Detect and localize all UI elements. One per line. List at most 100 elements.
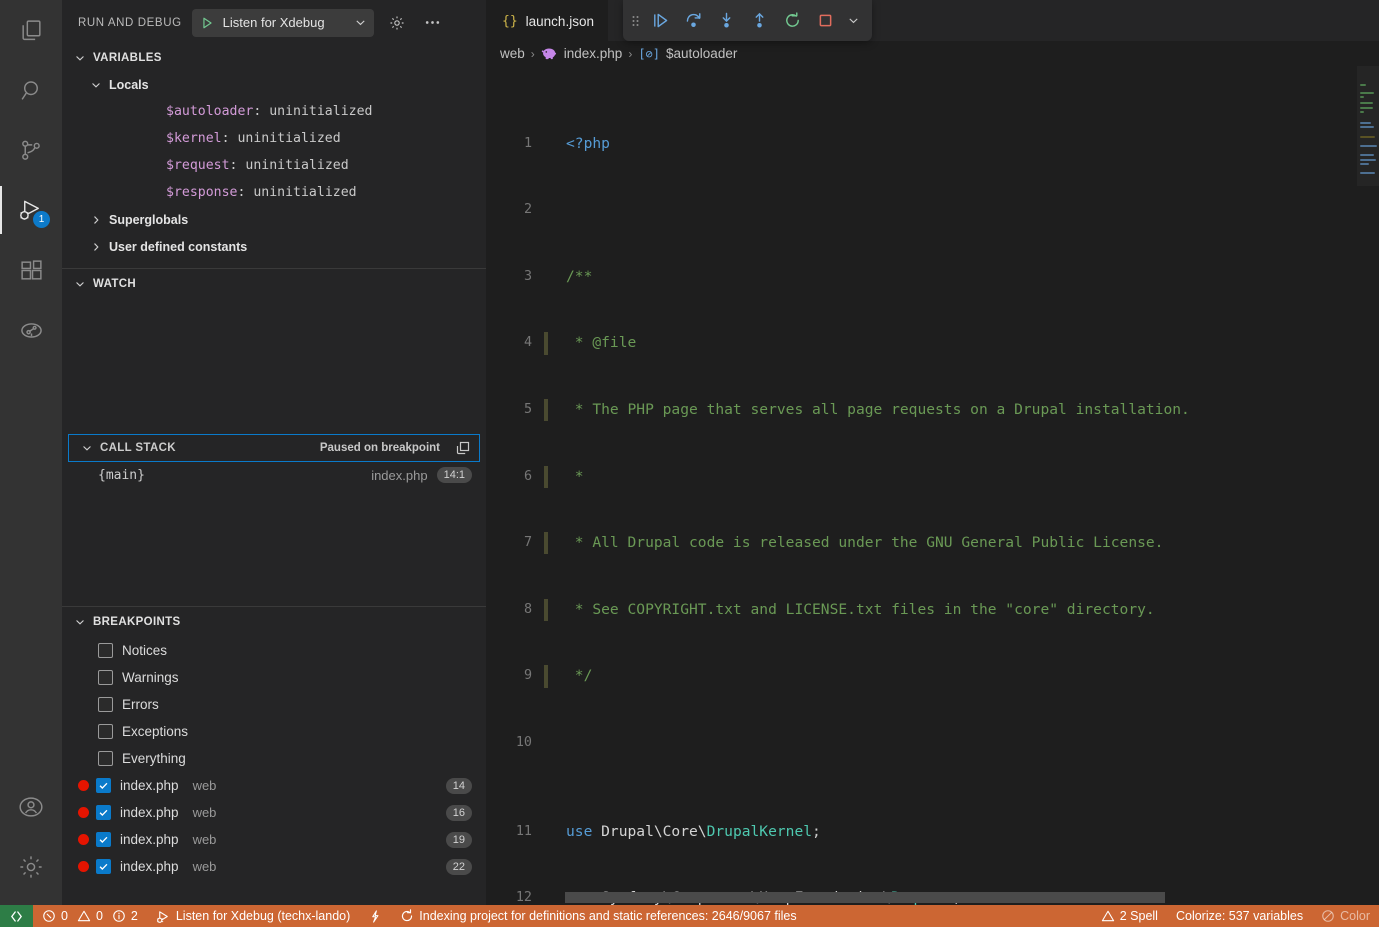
activity-item-search[interactable] bbox=[0, 60, 62, 120]
checkbox-breakpoint[interactable] bbox=[96, 859, 111, 874]
code-line: 9 */ bbox=[486, 665, 1379, 688]
line-number[interactable]: 9 bbox=[486, 665, 544, 687]
activity-item-settings[interactable] bbox=[0, 837, 62, 897]
status-problems[interactable]: 0 0 2 bbox=[33, 905, 147, 927]
checkbox-breakpoint[interactable] bbox=[96, 805, 111, 820]
breakpoint-row[interactable]: index.php web 22 bbox=[62, 853, 486, 880]
group-label: Locals bbox=[109, 77, 149, 92]
search-icon bbox=[19, 78, 44, 103]
debug-stop-button[interactable] bbox=[810, 5, 841, 36]
checkbox-notices[interactable] bbox=[98, 643, 113, 658]
activity-bar: 1 bbox=[0, 0, 62, 905]
code-viewport[interactable]: 1 <?php 2 3 /** 4 * @file 5 * The PHP pa… bbox=[486, 66, 1379, 905]
xdebug-bolt-icon bbox=[368, 909, 382, 924]
breakpoint-row[interactable]: index.php web 16 bbox=[62, 799, 486, 826]
editor-area: {} launch.json web › index.php › [⊘] $au… bbox=[486, 0, 1379, 905]
breakpoint-filter-row[interactable]: Errors bbox=[62, 691, 486, 718]
breakpoint-dot-icon bbox=[78, 780, 89, 791]
debug-restart-button[interactable] bbox=[777, 5, 808, 36]
line-number[interactable]: 2 bbox=[486, 199, 544, 221]
chevron-right-icon bbox=[88, 239, 104, 255]
open-launch-settings-button[interactable] bbox=[384, 10, 410, 36]
line-number[interactable]: 5 bbox=[486, 399, 544, 421]
breakpoint-folder: web bbox=[192, 778, 217, 793]
sidebar-header: RUN AND DEBUG Listen for Xdebug bbox=[62, 0, 486, 45]
breadcrumb-item-index-php[interactable]: index.php bbox=[564, 46, 623, 61]
breakpoint-filter-row[interactable]: Warnings bbox=[62, 664, 486, 691]
status-colorize-muted[interactable]: Color bbox=[1312, 905, 1379, 927]
minimap-line bbox=[1360, 136, 1375, 138]
debug-step-out-button[interactable] bbox=[744, 5, 775, 36]
remote-window-indicator[interactable] bbox=[0, 905, 33, 927]
minimap[interactable] bbox=[1357, 66, 1379, 905]
sync-spin-icon bbox=[400, 909, 414, 923]
line-number[interactable]: 6 bbox=[486, 466, 544, 488]
breadcrumb-item-autoloader[interactable]: $autoloader bbox=[666, 46, 737, 61]
breakpoint-filter-row[interactable]: Everything bbox=[62, 745, 486, 772]
checkbox-everything[interactable] bbox=[98, 751, 113, 766]
activity-item-source-control[interactable] bbox=[0, 120, 62, 180]
step-into-icon bbox=[717, 11, 736, 30]
copy-stack-icon[interactable] bbox=[455, 440, 471, 456]
status-colorize[interactable]: Colorize: 537 variables bbox=[1167, 905, 1312, 927]
breakpoint-row[interactable]: index.php web 14 bbox=[62, 772, 486, 799]
variable-row[interactable]: $kernel: uninitialized bbox=[62, 125, 486, 152]
warning-triangle-icon bbox=[1101, 909, 1115, 923]
debug-configuration-dropdown[interactable]: Listen for Xdebug bbox=[191, 8, 374, 37]
debug-toolbar-more-button[interactable] bbox=[843, 5, 863, 36]
variables-pane: VARIABLES Locals $autoloader: uninitiali… bbox=[62, 45, 486, 268]
call-stack-status: Paused on breakpoint bbox=[319, 442, 440, 454]
line-number[interactable]: 8 bbox=[486, 599, 544, 621]
tab-launch-json[interactable]: {} launch.json bbox=[486, 0, 608, 41]
status-spell[interactable]: 2 Spell bbox=[1092, 905, 1167, 927]
variable-row[interactable]: $request: uninitialized bbox=[62, 152, 486, 179]
activity-item-extensions[interactable] bbox=[0, 240, 62, 300]
variables-group-locals[interactable]: Locals bbox=[62, 71, 486, 98]
activity-item-accounts[interactable] bbox=[0, 777, 62, 837]
breakpoint-row[interactable]: index.php web 19 bbox=[62, 826, 486, 853]
debug-step-into-button[interactable] bbox=[711, 5, 742, 36]
horizontal-scrollbar-thumb[interactable] bbox=[565, 892, 1165, 903]
minimap-line bbox=[1360, 92, 1374, 94]
variables-group-user-defined-constants[interactable]: User defined constants bbox=[62, 233, 486, 260]
call-stack-frame-row[interactable]: {main} index.php 14:1 bbox=[62, 462, 486, 488]
drag-handle-icon[interactable] bbox=[627, 5, 643, 36]
line-number[interactable]: 7 bbox=[486, 532, 544, 554]
checkbox-errors[interactable] bbox=[98, 697, 113, 712]
activity-item-explorer[interactable] bbox=[0, 0, 62, 60]
code-line: 4 * @file bbox=[486, 332, 1379, 355]
debug-continue-button[interactable] bbox=[645, 5, 676, 36]
variable-row[interactable]: $autoloader: uninitialized bbox=[62, 98, 486, 125]
line-number[interactable]: 11 bbox=[486, 821, 544, 843]
status-indexing[interactable]: Indexing project for definitions and sta… bbox=[391, 905, 805, 927]
line-number[interactable]: 10 bbox=[486, 732, 544, 754]
breakpoint-filter-row[interactable]: Exceptions bbox=[62, 718, 486, 745]
status-debug-session[interactable]: Listen for Xdebug (techx-lando) bbox=[147, 905, 359, 927]
line-source: * bbox=[566, 467, 584, 485]
breadcrumb-item-web[interactable]: web bbox=[500, 46, 525, 61]
breakpoints-section-header[interactable]: BREAKPOINTS bbox=[62, 607, 486, 637]
line-number[interactable]: 4 bbox=[486, 332, 544, 354]
variable-name: $autoloader bbox=[166, 104, 254, 119]
activity-item-run-and-debug[interactable]: 1 bbox=[0, 180, 62, 240]
checkbox-breakpoint[interactable] bbox=[96, 832, 111, 847]
checkbox-exceptions[interactable] bbox=[98, 724, 113, 739]
watch-section-header[interactable]: WATCH bbox=[62, 269, 486, 299]
activity-item-testing[interactable] bbox=[0, 300, 62, 360]
horizontal-scrollbar[interactable] bbox=[486, 891, 1379, 905]
sidebar-more-actions-button[interactable] bbox=[420, 10, 446, 36]
restart-icon bbox=[783, 11, 802, 30]
variables-group-superglobals[interactable]: Superglobals bbox=[62, 206, 486, 233]
checkbox-breakpoint[interactable] bbox=[96, 778, 111, 793]
variable-row[interactable]: $response: uninitialized bbox=[62, 179, 486, 206]
line-number[interactable]: 1 bbox=[486, 133, 544, 155]
breakpoint-filter-row[interactable]: Notices bbox=[62, 637, 486, 664]
checkbox-warnings[interactable] bbox=[98, 670, 113, 685]
variables-section-header[interactable]: VARIABLES bbox=[62, 45, 486, 71]
status-xdebug-bolt[interactable] bbox=[359, 905, 391, 927]
debug-step-over-button[interactable] bbox=[678, 5, 709, 36]
info-count: 2 bbox=[130, 909, 138, 923]
variable-name: $request bbox=[166, 158, 230, 173]
call-stack-section-header[interactable]: CALL STACK Paused on breakpoint bbox=[68, 434, 480, 462]
line-number[interactable]: 3 bbox=[486, 266, 544, 288]
